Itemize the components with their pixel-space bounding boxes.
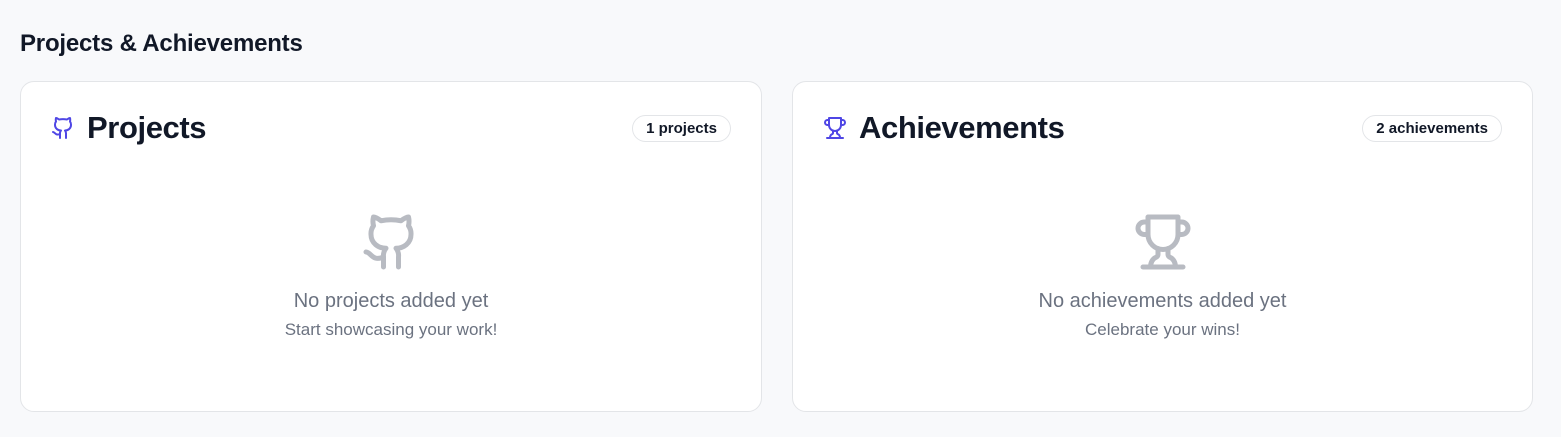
projects-empty-subtitle: Start showcasing your work! (284, 320, 498, 339)
section-title: Projects & Achievements (20, 30, 303, 57)
projects-title-group: Projects (51, 110, 207, 146)
achievements-empty-state: No achievements added yet Celebrate your… (793, 212, 1532, 340)
achievements-card-header: Achievements 2 achievements (823, 110, 1502, 146)
achievements-empty-title: No achievements added yet (1038, 290, 1287, 312)
projects-card-header: Projects 1 projects (51, 110, 731, 146)
trophy-icon (1133, 212, 1193, 272)
projects-count-badge: 1 projects (632, 114, 731, 142)
achievements-card: Achievements 2 achievements No achieveme… (792, 81, 1533, 412)
achievements-title-group: Achievements (823, 110, 1065, 146)
achievements-empty-subtitle: Celebrate your wins! (1085, 320, 1240, 339)
projects-empty-title: No projects added yet (293, 290, 489, 312)
github-icon (361, 212, 421, 272)
projects-title: Projects (87, 110, 207, 145)
achievements-title: Achievements (859, 110, 1065, 145)
achievements-count-badge: 2 achievements (1362, 114, 1502, 142)
projects-empty-state: No projects added yet Start showcasing y… (21, 212, 761, 340)
github-icon (51, 116, 75, 140)
trophy-icon (823, 116, 847, 140)
projects-card: Projects 1 projects No projects added ye… (20, 81, 762, 412)
